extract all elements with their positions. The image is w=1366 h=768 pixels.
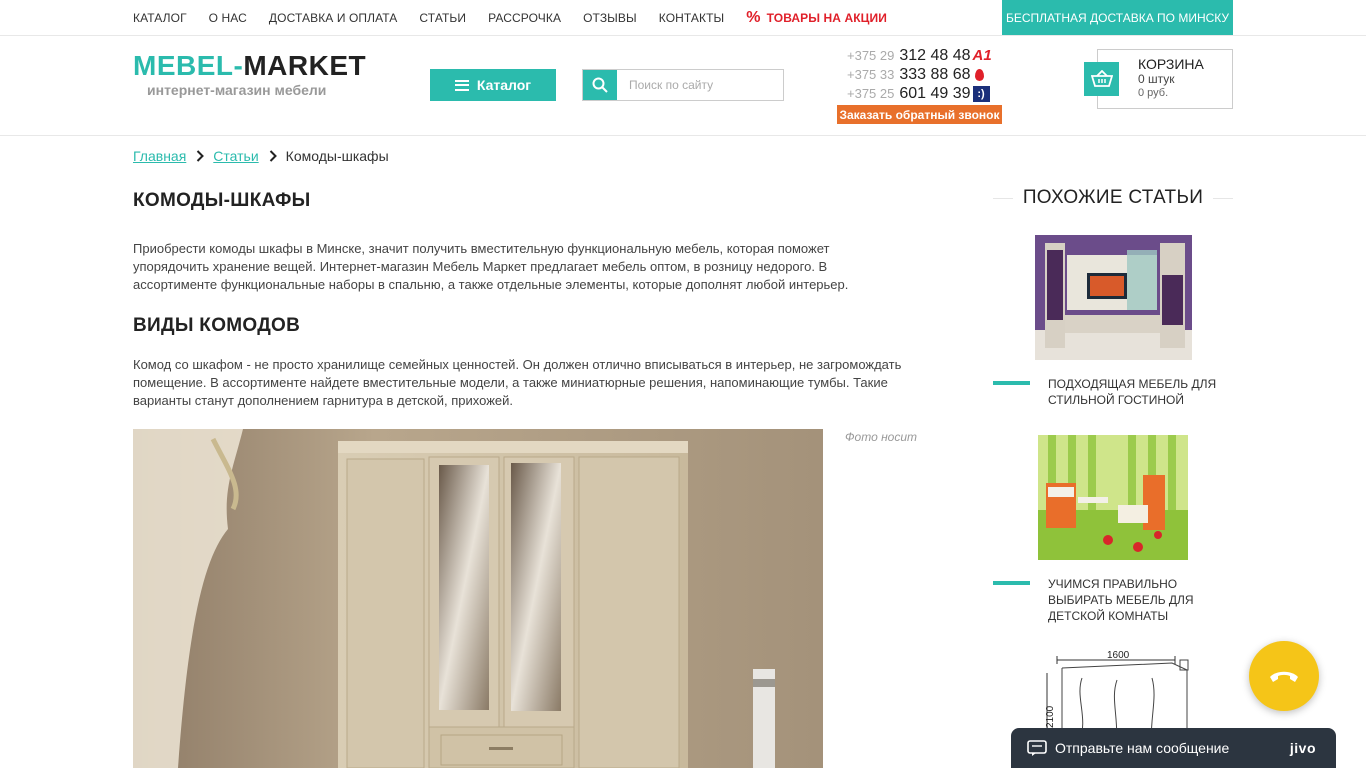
catalog-button-label: Каталог xyxy=(476,77,532,93)
logo-part-1: MEBEL- xyxy=(133,50,244,81)
nav-about-link[interactable]: О НАС xyxy=(209,11,247,25)
logo-tagline: интернет-магазин мебели xyxy=(147,82,327,98)
top-bar: КАТАЛОГ О НАС ДОСТАВКА И ОПЛАТА СТАТЬИ Р… xyxy=(0,0,1366,36)
nav-delivery-link[interactable]: ДОСТАВКА И ОПЛАТА xyxy=(269,11,398,25)
chevron-right-icon xyxy=(197,150,205,162)
nav-articles-link[interactable]: СТАТЬИ xyxy=(419,11,466,25)
related-article-image-living-room[interactable] xyxy=(1035,235,1192,360)
chat-message-icon xyxy=(1027,740,1047,756)
nav-catalog-link[interactable]: КАТАЛОГ xyxy=(133,11,187,25)
related-article-link-kids-room[interactable]: УЧИМСЯ ПРАВИЛЬНО ВЫБИРАТЬ МЕБЕЛЬ ДЛЯ ДЕТ… xyxy=(1048,576,1228,624)
phone-list: +375 29 312 48 48 A1 +375 33 333 88 68 +… xyxy=(847,46,992,103)
phone-mts[interactable]: +375 33 333 88 68 xyxy=(847,65,992,84)
page-title: КОМОДЫ-ШКАФЫ xyxy=(133,190,311,211)
promo-label: ТОВАРЫ НА АКЦИИ xyxy=(766,10,887,25)
a1-operator-icon: A1 xyxy=(972,47,992,64)
related-article-image-kids-room[interactable] xyxy=(1038,435,1188,560)
site-search xyxy=(582,69,784,101)
breadcrumb: Главная Статьи Комоды-шкафы xyxy=(133,148,389,164)
article-photo-wardrobe xyxy=(133,429,823,768)
breadcrumb-articles-link[interactable]: Статьи xyxy=(213,148,258,164)
photo-caption: Фото носит xyxy=(845,430,918,444)
section-heading: ВИДЫ КОМОДОВ xyxy=(133,315,301,336)
search-button[interactable] xyxy=(583,70,617,100)
callback-button[interactable]: Заказать обратный звонок xyxy=(837,105,1002,124)
search-input[interactable] xyxy=(617,70,783,100)
related-articles-title: ПОХОЖИЕ СТАТЬИ xyxy=(1022,187,1204,208)
related-articles-heading: ПОХОЖИЕ СТАТЬИ xyxy=(993,186,1233,210)
percent-icon: % xyxy=(746,8,761,26)
drawing-width-label: 1600 xyxy=(1107,650,1130,661)
phone-prefix: +375 25 xyxy=(847,86,895,101)
catalog-button[interactable]: Каталог xyxy=(430,69,556,101)
life-operator-icon: :) xyxy=(972,85,990,102)
free-delivery-banner[interactable]: БЕСПЛАТНАЯ ДОСТАВКА ПО МИНСКУ xyxy=(1002,0,1233,35)
phone-prefix: +375 33 xyxy=(847,67,895,82)
top-navigation: КАТАЛОГ О НАС ДОСТАВКА И ОПЛАТА СТАТЬИ Р… xyxy=(133,0,909,35)
article-intro: Приобрести комоды шкафы в Минске, значит… xyxy=(133,241,849,292)
cart-sum: 0 руб. xyxy=(1138,87,1169,99)
mts-operator-icon xyxy=(974,68,984,81)
related-article-accent-line xyxy=(993,381,1030,385)
basket-icon xyxy=(1090,70,1113,87)
phone-number: 333 88 68 xyxy=(899,65,971,83)
phone-prefix: +375 29 xyxy=(847,48,895,63)
nav-installment-link[interactable]: РАССРОЧКА xyxy=(488,11,561,25)
nav-contacts-link[interactable]: КОНТАКТЫ xyxy=(659,11,725,25)
chat-label: Отправьте нам сообщение xyxy=(1055,740,1230,756)
phone-handset-icon xyxy=(1270,671,1298,682)
search-icon xyxy=(592,77,608,93)
phone-number: 312 48 48 xyxy=(899,46,971,64)
phone-number: 601 49 39 xyxy=(899,84,971,102)
logo-part-2: MARKET xyxy=(243,50,367,81)
phone-life[interactable]: +375 25 601 49 39 :) xyxy=(847,84,992,103)
chat-widget[interactable]: Отправьте нам сообщение jivo xyxy=(1011,728,1336,768)
breadcrumb-home-link[interactable]: Главная xyxy=(133,148,186,164)
nav-reviews-link[interactable]: ОТЗЫВЫ xyxy=(583,11,637,25)
related-article-link-living-room[interactable]: ПОДХОДЯЩАЯ МЕБЕЛЬ ДЛЯ СТИЛЬНОЙ ГОСТИНОЙ xyxy=(1048,376,1228,408)
drawing-height-label: 2100 xyxy=(1045,705,1056,728)
cart-icon-button[interactable] xyxy=(1084,62,1119,96)
chat-brand-logo: jivo xyxy=(1289,740,1316,756)
cart-title: КОРЗИНА xyxy=(1138,56,1204,72)
site-logo[interactable]: MEBEL-MARKET интернет-магазин мебели xyxy=(133,50,366,98)
call-button[interactable] xyxy=(1249,641,1319,711)
menu-icon xyxy=(454,79,469,91)
related-article-accent-line xyxy=(993,581,1030,585)
article-body: Комод со шкафом - не просто хранилище се… xyxy=(133,357,902,408)
chevron-right-icon xyxy=(269,150,277,162)
nav-promo-link[interactable]: % ТОВАРЫ НА АКЦИИ xyxy=(746,9,887,27)
cart-count: 0 штук xyxy=(1138,72,1175,86)
phone-a1[interactable]: +375 29 312 48 48 A1 xyxy=(847,46,992,65)
site-header: MEBEL-MARKET интернет-магазин мебели Кат… xyxy=(0,36,1366,136)
breadcrumb-current: Комоды-шкафы xyxy=(285,148,389,164)
